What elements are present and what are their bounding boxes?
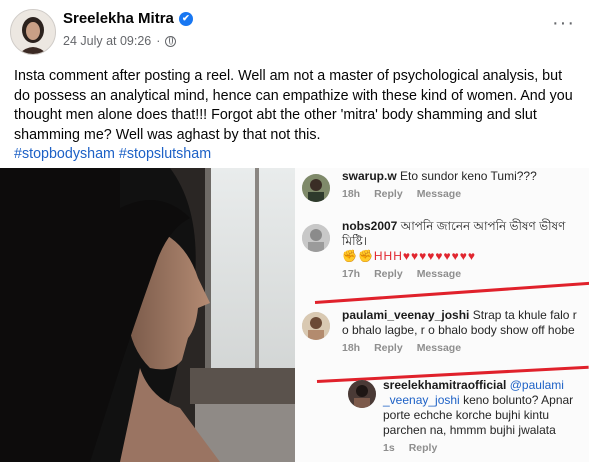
hashtag-list: #stopbodysham #stopslutsham <box>14 145 580 165</box>
author-name[interactable]: Sreelekha Mitra <box>63 10 174 27</box>
comment-item: nobs2007 আপনি জানেন আপনি ভীষণ ভীষণ মিষ্ট… <box>342 219 582 280</box>
reply-button[interactable]: Reply <box>374 342 403 354</box>
comment-text: Eto sundor keno Tumi??? <box>400 169 537 183</box>
commenter-avatar <box>302 224 330 252</box>
author-name-row: Sreelekha Mitra ✔ <box>63 10 193 27</box>
facebook-post: Sreelekha Mitra ✔ 24 July at 09:26 · ···… <box>0 0 589 462</box>
comment-username[interactable]: paulami_veenay_joshi <box>342 308 469 322</box>
post-timestamp[interactable]: 24 July at 09:26 <box>63 34 151 48</box>
hashtag-link[interactable]: #stopslutsham <box>119 146 211 162</box>
red-underline <box>314 281 589 304</box>
more-options-icon[interactable]: ··· <box>552 13 575 33</box>
commenter-avatar <box>302 174 330 202</box>
comment-item: swarup.w Eto sundor keno Tumi??? 18h Rep… <box>342 169 582 200</box>
comment-item: paulami_veenay_joshi Strap ta khule falo… <box>342 308 582 354</box>
post-text: Insta comment after posting a reel. Well… <box>14 67 580 165</box>
author-avatar[interactable] <box>10 9 56 55</box>
comment-emoji: ✊✊HHH♥♥♥♥♥♥♥♥♥ <box>342 249 477 263</box>
reply-button[interactable]: Reply <box>374 268 403 280</box>
verified-badge-icon: ✔ <box>178 11 193 26</box>
comment-time: 18h <box>342 188 361 200</box>
message-button[interactable]: Message <box>417 188 461 200</box>
meta-separator: · <box>156 34 161 48</box>
commenter-avatar <box>348 380 376 408</box>
comments-screenshot: swarup.w Eto sundor keno Tumi??? 18h Rep… <box>295 168 589 462</box>
comment-username[interactable]: swarup.w <box>342 169 397 183</box>
message-button[interactable]: Message <box>417 268 461 280</box>
reply-button[interactable]: Reply <box>409 442 438 454</box>
comment-time: 1s <box>383 442 395 454</box>
post-caption: Insta comment after posting a reel. Well… <box>14 68 573 143</box>
comment-username[interactable]: sreelekhamitraofficial <box>383 378 506 392</box>
commenter-avatar <box>302 312 330 340</box>
reply-button[interactable]: Reply <box>374 188 403 200</box>
comment-username[interactable]: nobs2007 <box>342 219 397 233</box>
comment-time: 17h <box>342 268 361 280</box>
globe-icon <box>165 35 177 47</box>
comment-time: 18h <box>342 342 361 354</box>
portrait-photo <box>0 168 295 462</box>
hashtag-link[interactable]: #stopbodysham <box>14 146 115 162</box>
message-button[interactable]: Message <box>417 342 461 354</box>
post-meta: 24 July at 09:26 · <box>63 34 177 48</box>
comment-item: sreelekhamitraofficial @paulami _veenay_… <box>383 378 583 454</box>
post-image[interactable]: swarup.w Eto sundor keno Tumi??? 18h Rep… <box>0 168 589 462</box>
